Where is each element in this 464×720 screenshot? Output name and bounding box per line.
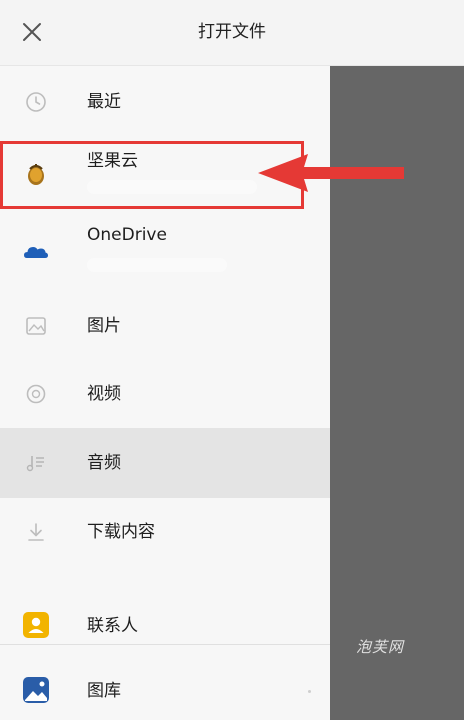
drawer-item-label: 图片 — [87, 316, 121, 336]
drawer-item-label: 音频 — [87, 453, 121, 473]
app-bar: 打开文件 — [0, 0, 464, 66]
drawer-item-label: 视频 — [87, 384, 121, 404]
video-icon — [26, 384, 46, 404]
gallery-icon — [23, 677, 49, 703]
music-icon — [26, 456, 44, 472]
watermark-text: 泡芙网 — [356, 638, 405, 656]
download-icon — [28, 523, 44, 541]
drawer-item-recent[interactable]: 最近 — [0, 66, 330, 138]
scroll-indicator — [308, 690, 311, 693]
drawer-item-label: 下载内容 — [87, 522, 155, 542]
drawer-item-audio[interactable]: 音频 — [0, 428, 330, 498]
image-icon — [26, 317, 46, 335]
annotation-arrow-icon — [258, 154, 404, 192]
clock-icon — [26, 92, 46, 112]
blurred-account-subtitle — [87, 258, 227, 272]
drawer-item-contacts[interactable]: 联系人 — [0, 594, 330, 660]
drawer-item-label: 最近 — [87, 92, 121, 112]
onedrive-cloud-icon — [24, 247, 48, 258]
page-title: 打开文件 — [198, 22, 266, 42]
drawer-item-videos[interactable]: 视频 — [0, 360, 330, 428]
drawer-item-gallery[interactable]: 图库 — [0, 660, 330, 720]
drawer-item-label: 图库 — [87, 681, 121, 701]
drawer-item-onedrive[interactable]: OneDrive — [0, 212, 330, 286]
drawer-item-downloads[interactable]: 下载内容 — [0, 498, 330, 568]
drawer-item-label: OneDrive — [87, 225, 167, 245]
contacts-icon — [23, 612, 49, 638]
drawer-item-images[interactable]: 图片 — [0, 290, 330, 360]
drawer-item-label: 联系人 — [87, 616, 138, 636]
